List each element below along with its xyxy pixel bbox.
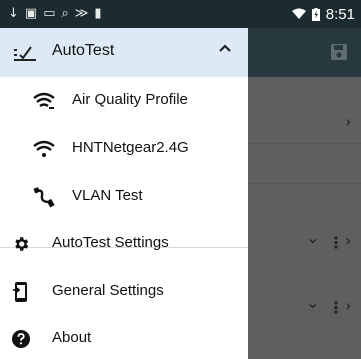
autotest-header-title: AutoTest xyxy=(52,42,115,59)
menu-item-about[interactable]: About xyxy=(0,315,248,359)
background-toolbar xyxy=(248,28,361,77)
battery-icon xyxy=(311,7,320,21)
gear-icon xyxy=(15,237,29,251)
menu-item-vlan-test[interactable]: VLAN Test xyxy=(0,173,248,221)
menu-item-label: About xyxy=(52,329,92,346)
menu-item-hntnetgear[interactable]: HNTNetgear2.4G xyxy=(0,125,248,173)
sd-card-icon: ▮ xyxy=(94,6,102,21)
chevron-up-icon[interactable] xyxy=(217,40,233,56)
navigation-drawer: AutoTest Air Quality Profile HNTNetgear2… xyxy=(0,28,248,359)
menu-item-air-quality-profile[interactable]: Air Quality Profile xyxy=(0,77,248,125)
chevron-down-icon: ⌄ xyxy=(306,228,320,247)
background-divider xyxy=(248,183,361,184)
chevron-right-icon: › xyxy=(345,231,352,250)
chevron-right-icon: › xyxy=(345,296,352,315)
background-app-scrim[interactable]: › ⌄ ⋮ › ⌄ ⋮ › xyxy=(248,28,361,359)
help-circle-icon xyxy=(12,330,30,348)
menu-item-autotest-settings[interactable]: AutoTest Settings xyxy=(0,220,248,268)
more-vert-icon: ⋮ xyxy=(328,298,344,317)
menu-item-label: AutoTest Settings xyxy=(52,234,169,251)
checklist-icon xyxy=(14,46,36,61)
wifi-icon xyxy=(33,140,55,157)
wifi-scan-icon: ≫ xyxy=(74,6,89,21)
menu-item-label: General Settings xyxy=(52,282,164,299)
save-icon xyxy=(331,44,347,60)
wifi-icon xyxy=(291,8,306,19)
menu-item-label: Air Quality Profile xyxy=(72,91,188,108)
autotest-group-header[interactable]: AutoTest xyxy=(0,28,248,77)
wifi-air-quality-icon xyxy=(33,92,55,109)
device-settings-icon xyxy=(13,282,27,302)
cast-icon: ▭ xyxy=(43,6,56,21)
menu-item-label: HNTNetgear2.4G xyxy=(72,139,189,156)
menu-item-label: VLAN Test xyxy=(72,187,143,204)
background-divider xyxy=(248,143,361,144)
menu-item-general-settings[interactable]: General Settings xyxy=(0,268,248,316)
more-vert-icon: ⋮ xyxy=(328,233,344,252)
chevron-down-icon: ⌄ xyxy=(306,293,320,312)
status-time: 8:51 xyxy=(325,5,355,23)
search-100-icon: ⌕ xyxy=(61,6,69,21)
download-arrow-icon: ↓ xyxy=(8,6,19,21)
chevron-right-icon: › xyxy=(345,112,352,131)
cable-icon xyxy=(33,187,55,208)
vibrate-icon: ▣ xyxy=(24,6,38,21)
status-bar: ↓ ▣ ▭ ⌕ ≫ ▮ 8:51 xyxy=(0,0,361,28)
